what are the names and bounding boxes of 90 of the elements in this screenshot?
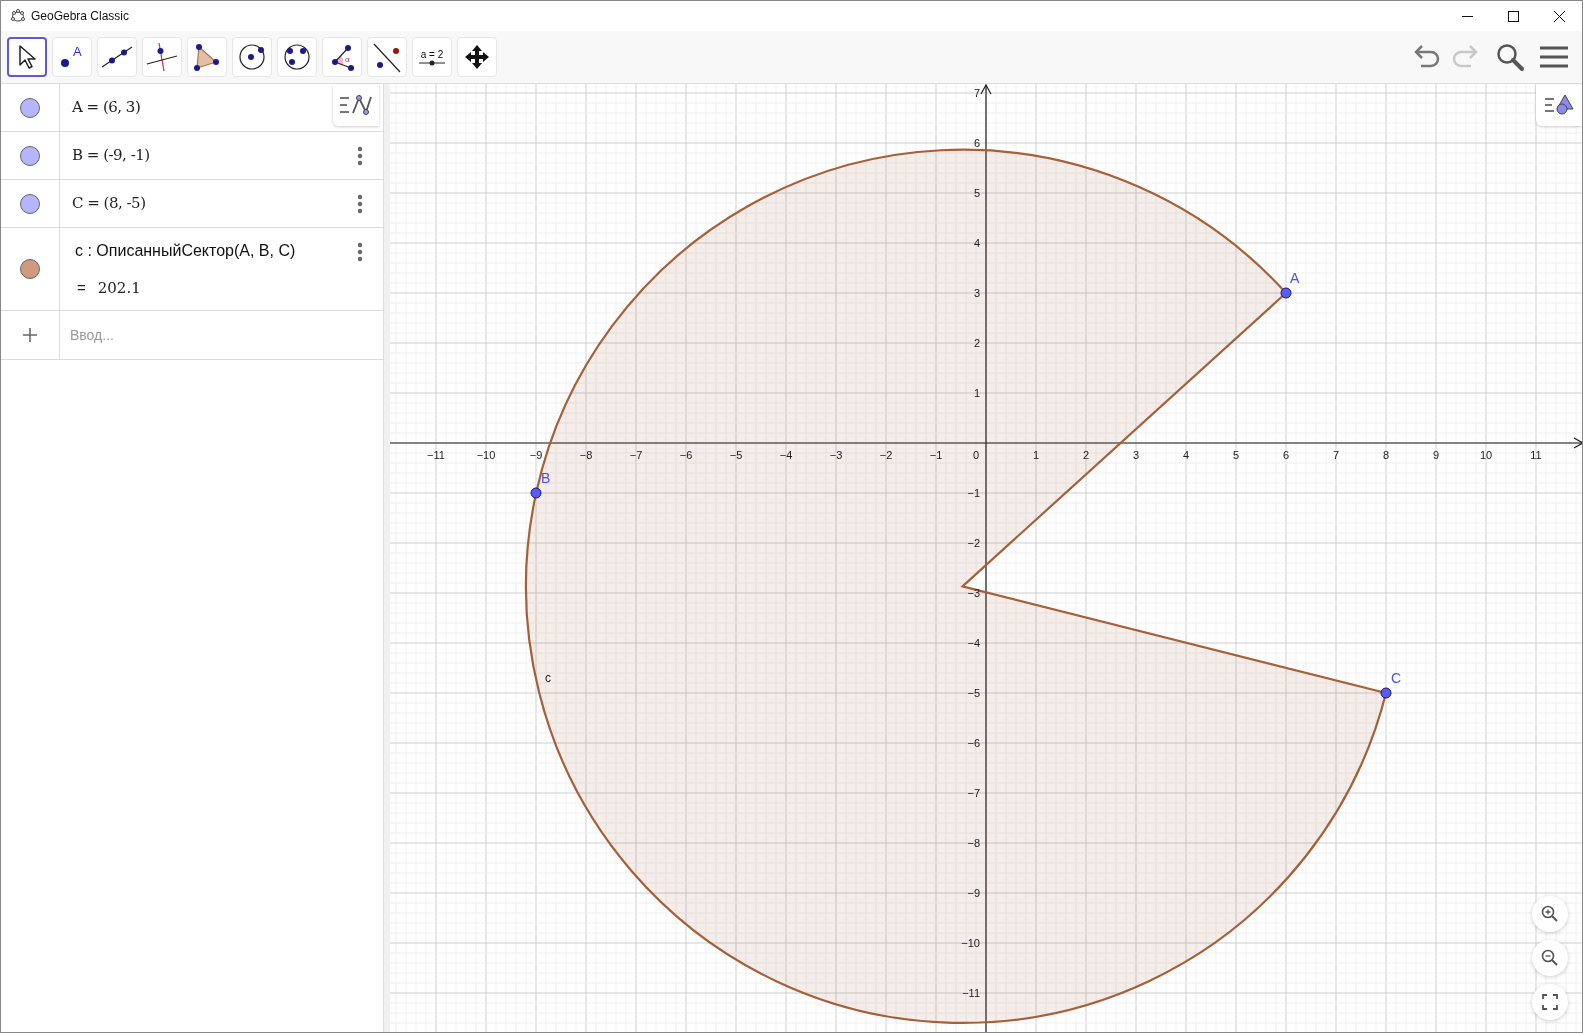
axis-tick-label: −5 <box>966 687 980 699</box>
algebra-definition[interactable]: A = (6, 3) <box>72 96 337 119</box>
zoom-out-icon <box>1541 949 1559 967</box>
axis-tick-label: −10 <box>476 449 495 461</box>
axis-tick-label: −8 <box>966 837 980 849</box>
zoom-out-button[interactable] <box>1532 940 1568 976</box>
axis-tick-label: 8 <box>1382 449 1389 461</box>
axis-tick-label: 2 <box>1082 449 1089 461</box>
app-logo-icon <box>11 9 25 23</box>
fullscreen-icon <box>1542 994 1558 1010</box>
zoom-in-button[interactable] <box>1532 896 1568 932</box>
window-title: GeoGebra Classic <box>31 8 130 25</box>
point[interactable] <box>1280 287 1291 299</box>
axis-tick-label: −1 <box>966 487 980 499</box>
plus-icon[interactable] <box>22 327 38 343</box>
axis-tick-label: −4 <box>966 637 980 649</box>
axis-tick-label: 9 <box>1432 449 1439 461</box>
more-options-icon[interactable] <box>356 146 363 166</box>
sector-label: c <box>544 671 551 685</box>
more-options-icon[interactable] <box>356 194 363 214</box>
close-icon <box>1553 10 1565 22</box>
search-icon <box>1495 42 1525 72</box>
algebra-style-bar-toggle[interactable] <box>332 84 379 126</box>
point-label: C <box>1390 670 1401 686</box>
axis-tick-label: −3 <box>966 587 980 599</box>
axis-tick-label: 7 <box>1332 449 1339 461</box>
axis-tick-label: −7 <box>966 787 980 799</box>
axis-tick-label: 1 <box>1032 449 1039 461</box>
maximize-icon <box>1507 10 1519 22</box>
algebra-definition[interactable]: c : ОписанныйСектор(A, B, C) <box>72 238 337 263</box>
fullscreen-button[interactable] <box>1532 984 1568 1020</box>
menu-icon <box>1540 46 1568 68</box>
visibility-toggle[interactable] <box>20 145 40 166</box>
reflect-point-icon <box>371 41 403 73</box>
slider-icon <box>419 59 445 66</box>
axis-tick-label: 4 <box>973 237 980 249</box>
axis-tick-label: 1 <box>973 387 980 399</box>
axis-tick-label: 10 <box>1479 449 1492 461</box>
axis-tick-label: 6 <box>973 137 980 149</box>
axis-tick-label: −7 <box>629 449 642 461</box>
axis-tick-label: 5 <box>1232 449 1239 461</box>
tool-button[interactable]: A <box>52 37 92 77</box>
visibility-toggle[interactable] <box>20 259 40 279</box>
axis-tick-label: −6 <box>679 449 692 461</box>
axis-tick-label: 0 <box>972 449 979 461</box>
perpendicular-lines-icon <box>146 42 178 72</box>
graphics-style-bar-toggle[interactable] <box>1536 84 1582 126</box>
axis-tick-label: −4 <box>779 449 792 461</box>
axis-tick-label: 6 <box>1282 449 1289 461</box>
axis-tick-label: −2 <box>879 449 892 461</box>
axis-tick-label: −2 <box>966 537 980 549</box>
axis-tick-label: 3 <box>1132 449 1139 461</box>
axis-tick-label: 4 <box>1182 449 1189 461</box>
visibility-toggle[interactable] <box>20 97 40 118</box>
axis-tick-label: −11 <box>426 449 445 461</box>
triangle-icon <box>192 42 222 72</box>
axis-tick-label: −11 <box>961 987 980 999</box>
axis-tick-label: 7 <box>973 87 980 99</box>
axis-tick-label: 2 <box>973 337 980 349</box>
axis-tick-label: 11 <box>1529 449 1542 461</box>
move-arrows-icon <box>463 43 491 71</box>
axis-tick-label: −6 <box>966 737 980 749</box>
point[interactable] <box>1380 687 1391 699</box>
graph-list-icon <box>338 93 373 117</box>
more-options-icon[interactable] <box>356 242 363 262</box>
axis-tick-label: −9 <box>966 887 980 899</box>
visibility-toggle[interactable] <box>20 193 40 214</box>
zoom-in-icon <box>1541 905 1559 923</box>
circle-icon <box>237 42 267 72</box>
point[interactable] <box>530 487 541 499</box>
circle-through-points-icon <box>282 42 312 72</box>
axis-tick-label: −5 <box>729 449 742 461</box>
shapes-list-icon <box>1544 93 1574 117</box>
axis-tick-label: 5 <box>973 187 980 199</box>
axis-tick-label: −9 <box>529 449 542 461</box>
arrow-pointer-icon <box>17 44 37 70</box>
axis-tick-label: −1 <box>929 449 942 461</box>
algebra-value: 202.1 <box>97 277 141 299</box>
axis-tick-label: 3 <box>973 287 980 299</box>
line-icon <box>101 44 133 70</box>
axis-tick-label: −3 <box>829 449 842 461</box>
point-label: B <box>540 470 550 486</box>
tool-button[interactable] <box>7 37 47 77</box>
axis-tick-label: −8 <box>579 449 592 461</box>
tool-button[interactable]: a = 2 <box>412 37 452 77</box>
algebra-definition[interactable]: C = (8, -5) <box>72 192 337 215</box>
point-label: A <box>1289 270 1299 286</box>
equals-sign: = <box>77 277 86 298</box>
axis-tick-label: −10 <box>960 937 980 949</box>
algebra-definition[interactable]: B = (-9, -1) <box>72 144 337 167</box>
